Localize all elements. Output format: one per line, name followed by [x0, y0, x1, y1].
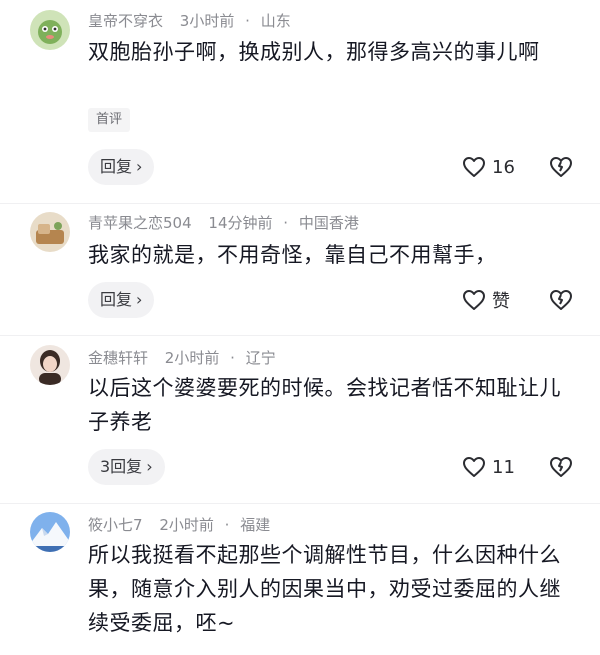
reply-label: 回复 — [100, 157, 133, 176]
heart-outline-icon — [463, 157, 485, 177]
timestamp: 3小时前 — [179, 12, 235, 30]
reply-label: 回复 — [100, 290, 133, 309]
reply-button[interactable]: 3回复 › — [88, 449, 165, 485]
like-button[interactable]: 11 — [462, 449, 515, 485]
comment-text: 所以我挺看不起那些个调解性节目，什么因种什么果，随意介入别人的因果当中，劝受过委… — [88, 543, 561, 635]
reply-button[interactable]: 回复 › — [88, 282, 155, 318]
avatar[interactable] — [30, 10, 70, 50]
reply-label: 3回复 — [100, 457, 143, 476]
dislike-button[interactable] — [548, 149, 578, 185]
timestamp: 14分钟前 — [208, 214, 273, 232]
location: 辽宁 — [245, 349, 276, 367]
comment-meta: 金穗轩轩 2小时前 · 辽宁 — [88, 349, 276, 367]
dislike-button[interactable] — [548, 449, 578, 485]
first-comment-tag: 首评 — [88, 108, 131, 132]
comment-item: 金穗轩轩 2小时前 · 辽宁 以后这个婆婆要死的时候。会找记者恬不知耻让儿子养老… — [0, 335, 600, 500]
avatar[interactable] — [30, 212, 70, 252]
comment-text: 以后这个婆婆要死的时候。会找记者恬不知耻让儿子养老 — [88, 376, 561, 434]
location: 山东 — [260, 12, 291, 30]
comment-item: 青苹果之恋504 14分钟前 · 中国香港 我家的就是，不用奇怪，靠自己不用幫手… — [0, 200, 600, 335]
username[interactable]: 金穗轩轩 — [88, 349, 148, 367]
comment-meta: 皇帝不穿衣 3小时前 · 山东 — [88, 12, 291, 30]
timestamp: 2小时前 — [164, 349, 220, 367]
heart-outline-icon — [463, 457, 485, 477]
like-count: 11 — [492, 456, 515, 478]
comment-meta: 青苹果之恋504 14分钟前 · 中国香港 — [88, 214, 359, 232]
comment-text: 双胞胎孙子啊，换成别人，那得多高兴的事儿啊 — [88, 40, 540, 64]
reply-button[interactable]: 回复 › — [88, 149, 155, 185]
broken-heart-icon — [550, 157, 572, 177]
avatar[interactable] — [30, 512, 70, 552]
chevron-right-icon: › — [146, 457, 153, 476]
location: 福建 — [240, 516, 271, 534]
comment-item: 皇帝不穿衣 3小时前 · 山东 双胞胎孙子啊，换成别人，那得多高兴的事儿啊 首评… — [0, 0, 600, 200]
like-count: 赞 — [492, 291, 510, 312]
timestamp: 2小时前 — [159, 516, 214, 534]
comment-meta: 筱小七7 2小时前 · 福建 — [88, 516, 271, 534]
heart-outline-icon — [463, 290, 485, 310]
comment-text: 我家的就是，不用奇怪，靠自己不用幫手， — [88, 243, 497, 267]
username[interactable]: 筱小七7 — [88, 516, 143, 534]
chevron-right-icon: › — [136, 157, 143, 176]
like-count: 16 — [492, 156, 515, 178]
broken-heart-icon — [550, 457, 572, 477]
chevron-right-icon: › — [136, 290, 143, 309]
username[interactable]: 青苹果之恋504 — [88, 214, 192, 232]
location: 中国香港 — [298, 214, 359, 232]
username[interactable]: 皇帝不穿衣 — [88, 12, 163, 30]
avatar[interactable] — [30, 345, 70, 385]
like-button[interactable]: 16 — [462, 149, 515, 185]
comment-item: 筱小七7 2小时前 · 福建 所以我挺看不起那些个调解性节目，什么因种什么果，随… — [0, 500, 600, 655]
like-button[interactable]: 赞 — [462, 282, 510, 318]
dislike-button[interactable] — [548, 282, 578, 318]
broken-heart-icon — [550, 290, 572, 310]
